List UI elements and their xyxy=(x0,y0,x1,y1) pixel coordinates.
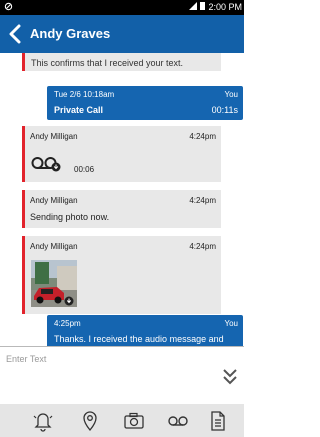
incoming-audio-message[interactable]: Andy Milligan 4:24pm 00:06 xyxy=(22,126,221,182)
message-input[interactable]: Enter Text xyxy=(6,354,46,364)
location-icon[interactable] xyxy=(79,410,101,432)
conversation-header: Andy Graves xyxy=(0,15,244,53)
call-duration: 00:11s xyxy=(211,105,238,115)
compose-area[interactable]: Enter Text xyxy=(0,346,244,405)
status-bar: 2:00 PM xyxy=(0,0,244,15)
message-text: This confirms that I received your text. xyxy=(31,58,184,68)
message-sender: Andy Milligan xyxy=(30,196,78,205)
signal-icon xyxy=(189,2,198,12)
incoming-message[interactable]: This confirms that I received your text. xyxy=(22,53,221,71)
message-text: Thanks. I received the audio message and xyxy=(54,334,224,344)
document-icon[interactable] xyxy=(207,410,229,432)
outgoing-message[interactable]: 4:25pm You Thanks. I received the audio … xyxy=(47,315,243,346)
message-sender: You xyxy=(224,90,239,99)
contact-name: Andy Graves xyxy=(30,26,111,41)
message-time: 4:24pm xyxy=(189,132,216,141)
message-text: Sending photo now. xyxy=(30,212,110,222)
sync-icon xyxy=(4,2,13,13)
attachment-toolbar xyxy=(0,404,244,437)
clock-time: 2:00 PM xyxy=(208,2,242,12)
message-sender: Andy Milligan xyxy=(30,132,78,141)
call-label: Private Call xyxy=(54,105,104,115)
message-date: Tue 2/6 10:18am xyxy=(54,90,115,99)
message-time: 4:25pm xyxy=(54,319,81,328)
message-time: 4:24pm xyxy=(189,242,216,251)
voicemail-icon[interactable] xyxy=(31,156,61,174)
message-time: 4:24pm xyxy=(189,196,216,205)
alert-icon[interactable] xyxy=(32,410,54,432)
photo-thumbnail[interactable] xyxy=(31,260,77,309)
battery-icon xyxy=(200,2,206,12)
incoming-photo-message[interactable]: Andy Milligan 4:24pm xyxy=(22,236,221,314)
camera-icon[interactable] xyxy=(123,410,145,432)
voicemail-icon[interactable] xyxy=(167,410,189,432)
message-sender: You xyxy=(224,319,239,328)
audio-duration: 00:06 xyxy=(74,165,95,174)
message-sender: Andy Milligan xyxy=(30,242,78,251)
outgoing-call-message[interactable]: Tue 2/6 10:18am You Private Call 00:11s xyxy=(47,86,243,120)
back-arrow-icon[interactable] xyxy=(8,24,22,44)
collapse-chevron-icon[interactable] xyxy=(222,367,238,387)
incoming-message[interactable]: Andy Milligan 4:24pm Sending photo now. xyxy=(22,190,221,228)
message-thread[interactable]: This confirms that I received your text.… xyxy=(0,53,244,346)
